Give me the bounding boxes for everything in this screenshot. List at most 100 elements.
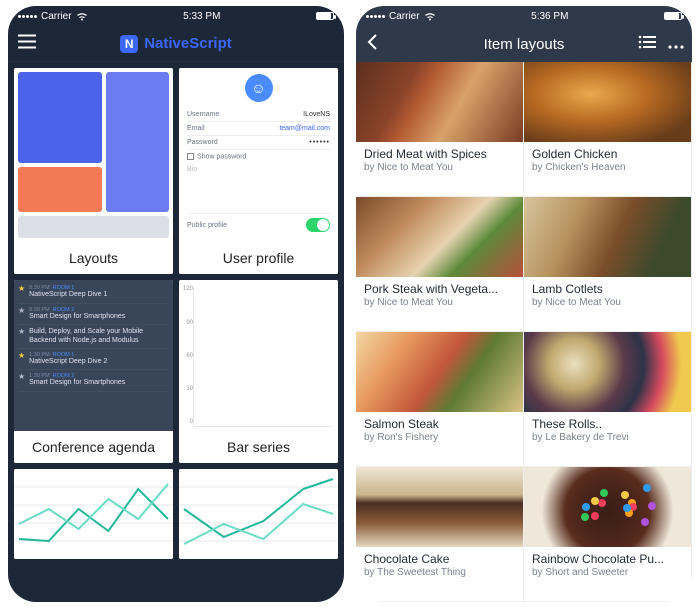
wifi-icon <box>424 12 436 21</box>
item-thumbnail <box>524 197 691 277</box>
field-value: •••••• <box>309 139 330 146</box>
menu-icon[interactable] <box>18 34 36 53</box>
y-tick: 60 <box>181 353 193 359</box>
brand-logo-icon: N <box>120 35 138 53</box>
item-subtitle: by Short and Sweeter <box>532 567 683 578</box>
star-icon: ★ <box>18 373 25 387</box>
agenda-row: ★1:30 PMROOM 2Smart Design for Smartphon… <box>18 370 169 391</box>
star-icon: ★ <box>18 285 25 299</box>
y-tick: 0 <box>181 419 193 425</box>
list-item[interactable]: Chocolate Cakeby The Sweetest Thing <box>356 467 524 602</box>
item-title: Lamb Cotlets <box>532 282 683 296</box>
item-thumbnail <box>524 332 691 412</box>
field-label: Username <box>187 111 219 118</box>
agenda-title: Build, Deploy, and Scale your Mobile Bac… <box>29 328 169 345</box>
card-conference-agenda[interactable]: ★8:30 PMROOM 1NativeScript Deep Dive 1★8… <box>14 280 173 462</box>
y-tick: 30 <box>181 386 193 392</box>
card-grid[interactable]: Layouts ☺ UsernameILoveNS Emailteam@mail… <box>8 62 344 602</box>
carrier-label: Carrier <box>389 11 420 22</box>
item-subtitle: by The Sweetest Thing <box>364 567 515 578</box>
user-profile-preview: ☺ UsernameILoveNS Emailteam@mail.com Pas… <box>179 68 338 242</box>
item-subtitle: by Ron's Fishery <box>364 432 515 443</box>
card-label: Layouts <box>14 242 173 274</box>
item-title: Dried Meat with Spices <box>364 147 515 161</box>
carrier-label: Carrier <box>41 11 72 22</box>
list-item[interactable]: Pork Steak with Vegeta...by Nice to Meat… <box>356 197 524 332</box>
agenda-row: ★1:30 PMROOM 1NativeScript Deep Dive 2 <box>18 349 169 370</box>
signal-icon <box>18 15 37 18</box>
item-grid[interactable]: Dried Meat with Spicesby Nice to Meat Yo… <box>356 62 692 602</box>
more-icon[interactable] <box>668 36 684 53</box>
item-thumbnail <box>524 467 691 547</box>
card-label: Bar series <box>179 431 338 463</box>
navbar: N NativeScript <box>8 26 344 62</box>
switch-icon <box>306 218 330 232</box>
list-view-icon[interactable] <box>638 35 656 53</box>
card-user-profile[interactable]: ☺ UsernameILoveNS Emailteam@mail.com Pas… <box>179 68 338 274</box>
item-subtitle: by Nice to Meat You <box>364 162 515 173</box>
item-thumbnail <box>356 332 523 412</box>
navbar: Item layouts <box>356 26 692 62</box>
bar-chart: 120 90 60 30 0 <box>179 280 338 430</box>
card-line-chart-1[interactable] <box>14 469 173 559</box>
agenda-title: Smart Design for Smartphones <box>29 313 169 321</box>
item-title: Golden Chicken <box>532 147 683 161</box>
item-thumbnail <box>356 197 523 277</box>
star-icon: ★ <box>18 352 25 366</box>
signal-icon <box>366 15 385 18</box>
item-thumbnail <box>524 62 691 142</box>
agenda-title: Smart Design for Smartphones <box>29 379 169 387</box>
field-label: Email <box>187 125 205 132</box>
card-label: Conference agenda <box>14 431 173 463</box>
field-label: Public profile <box>187 222 227 229</box>
item-title: Rainbow Chocolate Pu... <box>532 552 683 566</box>
item-subtitle: by Le Bakery de Trevi <box>532 432 683 443</box>
agenda-title: NativeScript Deep Dive 1 <box>29 291 169 299</box>
list-item[interactable]: Rainbow Chocolate Pu...by Short and Swee… <box>524 467 692 602</box>
list-item[interactable]: Golden Chickenby Chicken's Heaven <box>524 62 692 197</box>
status-bar: Carrier 5:33 PM <box>8 6 344 26</box>
item-subtitle: by Chicken's Heaven <box>532 162 683 173</box>
list-item[interactable]: Salmon Steakby Ron's Fishery <box>356 332 524 467</box>
item-title: These Rolls.. <box>532 417 683 431</box>
field-value: team@mail.com <box>279 125 330 132</box>
field-label: Password <box>187 139 218 146</box>
back-icon[interactable] <box>366 33 378 55</box>
item-thumbnail <box>356 467 523 547</box>
agenda-preview: ★8:30 PMROOM 1NativeScript Deep Dive 1★8… <box>14 280 173 430</box>
checkbox-icon <box>187 153 194 160</box>
item-title: Chocolate Cake <box>364 552 515 566</box>
item-thumbnail <box>356 62 523 142</box>
list-item[interactable]: These Rolls..by Le Bakery de Trevi <box>524 332 692 467</box>
item-title: Salmon Steak <box>364 417 515 431</box>
wifi-icon <box>76 12 88 21</box>
page-title: Item layouts <box>484 36 565 53</box>
card-layouts[interactable]: Layouts <box>14 68 173 274</box>
avatar-icon: ☺ <box>245 74 273 102</box>
agenda-title: NativeScript Deep Dive 2 <box>29 358 169 366</box>
y-tick: 120 <box>181 286 193 292</box>
agenda-row: ★8:30 PMROOM 2Smart Design for Smartphon… <box>18 304 169 325</box>
star-icon: ★ <box>18 328 25 345</box>
star-icon: ★ <box>18 307 25 321</box>
list-item[interactable]: Dried Meat with Spicesby Nice to Meat Yo… <box>356 62 524 197</box>
y-tick: 90 <box>181 320 193 326</box>
brand-text: NativeScript <box>144 35 232 52</box>
item-subtitle: by Nice to Meat You <box>364 297 515 308</box>
card-label: User profile <box>179 242 338 274</box>
layouts-preview <box>14 68 173 242</box>
agenda-row: ★8:30 PMROOM 1NativeScript Deep Dive 1 <box>18 282 169 303</box>
item-subtitle: by Nice to Meat You <box>532 297 683 308</box>
battery-icon <box>316 12 334 20</box>
status-bar: Carrier 5:36 PM <box>356 6 692 26</box>
agenda-row: ★Build, Deploy, and Scale your Mobile Ba… <box>18 325 169 349</box>
field-label: Show password <box>197 153 246 160</box>
card-line-chart-2[interactable] <box>179 469 338 559</box>
phone-right: Carrier 5:36 PM Item layouts Dried Meat … <box>356 6 692 602</box>
card-bar-series[interactable]: 120 90 60 30 0 Bar series <box>179 280 338 462</box>
field-label: Bio <box>187 163 330 176</box>
list-item[interactable]: Lamb Cotletsby Nice to Meat You <box>524 197 692 332</box>
item-title: Pork Steak with Vegeta... <box>364 282 515 296</box>
clock-label: 5:36 PM <box>531 11 568 22</box>
battery-icon <box>664 12 682 20</box>
